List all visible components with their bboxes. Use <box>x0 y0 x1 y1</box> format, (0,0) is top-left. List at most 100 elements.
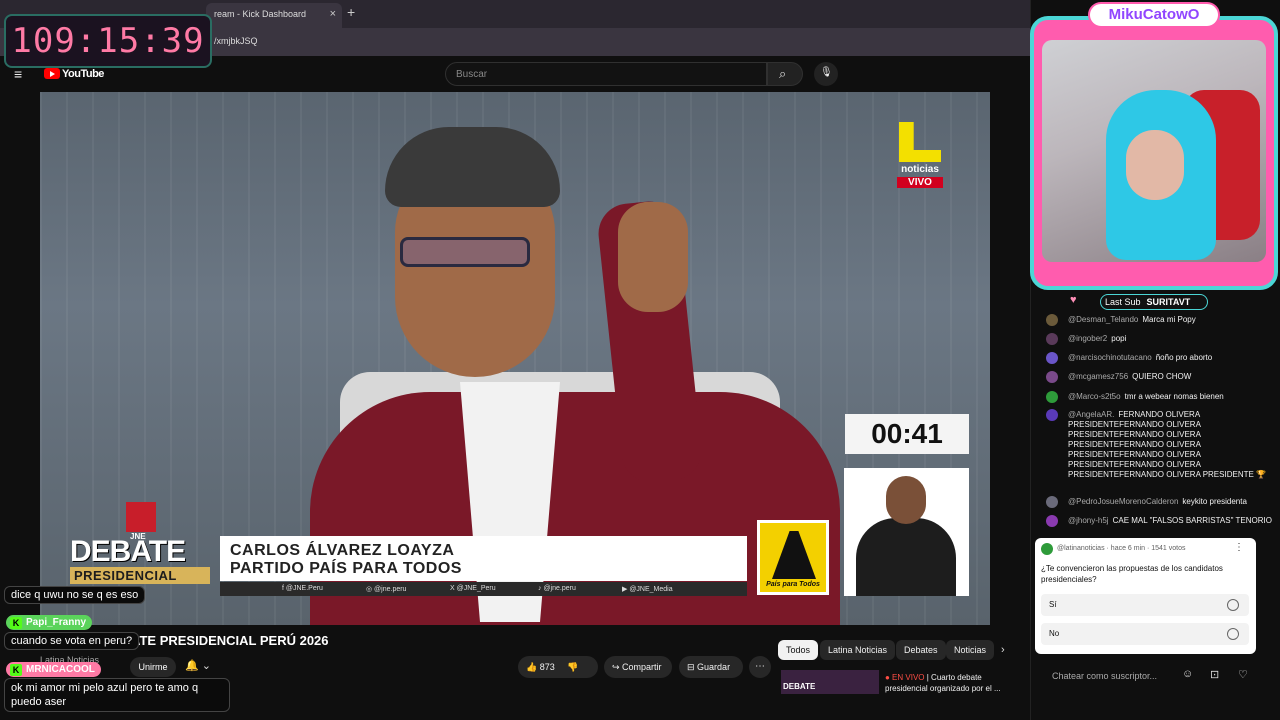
sign-language-interpreter <box>844 468 969 596</box>
chat-username[interactable]: @Desman_Telando <box>1068 315 1138 324</box>
youtube-logo-icon[interactable] <box>44 68 60 79</box>
youtube-logo-text[interactable]: YouTube <box>62 68 104 80</box>
like-count: 873 <box>539 662 555 672</box>
last-sub-badge: Last Sub SURITAVT <box>1100 294 1208 310</box>
poll-option-yes[interactable]: Sí <box>1041 594 1249 616</box>
chat-username[interactable]: @Marco-s2t5o <box>1068 392 1121 401</box>
avatar[interactable] <box>1046 314 1058 326</box>
search-button[interactable]: ⌕ <box>767 62 803 86</box>
party-logo-text: País para Todos <box>766 581 820 588</box>
party-name: PARTIDO PAÍS PARA TODOS <box>230 560 462 577</box>
poll-option-no[interactable]: No <box>1041 623 1249 645</box>
recommendation-title[interactable]: ● EN VIVO | Cuarto debate presidencial o… <box>885 672 1015 694</box>
recommendation-thumbnail[interactable]: DEBATE <box>781 670 879 694</box>
poll-menu-icon[interactable]: ⋮ <box>1234 542 1244 553</box>
poll-option-label: Sí <box>1049 600 1057 609</box>
avatar[interactable] <box>1046 409 1058 421</box>
save-label: Guardar <box>697 662 731 672</box>
streamer-face <box>1126 130 1184 200</box>
avatar[interactable] <box>1046 333 1058 345</box>
filter-chips: Todos Latina Noticias Debates Noticias <box>778 640 1018 662</box>
chat-username[interactable]: @ingober2 <box>1068 334 1107 343</box>
gift-icon[interactable]: ⊡ <box>1210 668 1219 681</box>
join-button[interactable]: Unirme <box>130 657 176 677</box>
chat-text: CAE MAL "FALSOS BARRISTAS" TENORIO <box>1112 516 1272 525</box>
chip-debates[interactable]: Debates <box>896 640 946 660</box>
thumbs-down-icon[interactable]: 👎 <box>567 662 578 672</box>
heart-icon[interactable]: ♡ <box>1238 668 1248 681</box>
stream-timer: 109:15:39 <box>4 14 212 68</box>
share-label: Compartir <box>622 662 662 672</box>
interpreter-head <box>886 476 926 524</box>
poll-header: @latinanoticias · hace 6 min · 1541 voto… <box>1057 545 1186 552</box>
browser-tab[interactable]: ream - Kick Dashboard × <box>206 3 342 28</box>
chat-text: tmr a webear nomas bienen <box>1124 392 1224 401</box>
tab-close-icon[interactable]: × <box>330 3 336 25</box>
save-button[interactable]: ⊟ Guardar <box>679 656 743 678</box>
video-player[interactable]: noticias VIVO 00:41 JNE DEBATE PRESIDENC… <box>40 92 990 625</box>
social-tiktok: ♪ @jne.peru <box>538 585 576 592</box>
chat-username[interactable]: @PedroJosueMorenoCalderon <box>1068 497 1178 506</box>
chat-username[interactable]: @narcisochinotutacano <box>1068 353 1152 362</box>
social-x: X @JNE_Peru <box>450 585 496 592</box>
lower-third: CARLOS ÁLVAREZ LOAYZA PARTIDO PAÍS PARA … <box>220 536 747 581</box>
overlay-username: Papi_Franny <box>26 617 87 628</box>
more-actions-button[interactable]: ⋯ <box>749 656 771 678</box>
radio-icon[interactable] <box>1227 599 1239 611</box>
chat-text: QUIERO CHOW <box>1132 372 1192 381</box>
search-icon: ⌕ <box>779 66 787 81</box>
chat-text: popi <box>1111 334 1127 343</box>
chips-next-icon[interactable]: › <box>1001 644 1005 656</box>
overlay-chat-message: cuando se vota en peru? <box>4 632 140 650</box>
avatar[interactable] <box>1046 371 1058 383</box>
chat-username[interactable]: @AngelaAR. <box>1068 410 1114 419</box>
share-button[interactable]: ↪ Compartir <box>604 656 672 678</box>
chat-username[interactable]: @jhony-h5j <box>1068 516 1109 525</box>
overlay-username: MRNICACOOL <box>26 664 95 675</box>
avatar[interactable] <box>1046 352 1058 364</box>
debate-presidencial-logo: DEBATE PRESIDENCIAL <box>70 537 210 584</box>
jne-logo <box>126 502 156 532</box>
overlay-chat-message: dice q uwu no se q es eso <box>4 586 146 604</box>
avatar[interactable] <box>1046 515 1058 527</box>
last-sub-name: SURITAVT <box>1146 297 1191 307</box>
menu-icon[interactable]: ≡ <box>14 66 22 82</box>
channel-avatar <box>1041 543 1053 555</box>
mic-icon: 🎙 <box>820 67 833 78</box>
chip-noticias[interactable]: Noticias <box>946 640 995 660</box>
radio-icon[interactable] <box>1227 628 1239 640</box>
overlay-chat-user: K Papi_Franny <box>6 615 93 630</box>
poll-question: ¿Te convencieron las propuestas de los c… <box>1041 564 1223 584</box>
speaker-hair <box>385 127 560 207</box>
poll-option-label: No <box>1049 629 1060 638</box>
road-icon <box>772 531 816 579</box>
chip-latina-noticias[interactable]: Latina Noticias <box>820 640 896 660</box>
chip-all[interactable]: Todos <box>778 640 819 660</box>
kick-icon: K <box>10 617 22 629</box>
social-facebook: f @JNE.Peru <box>282 585 323 592</box>
last-sub-label: Last Sub <box>1105 297 1141 307</box>
chat-text: FERNANDO OLIVERA PRESIDENTEFERNANDO OLIV… <box>1068 410 1266 479</box>
social-instagram: ◎ @jne.peru <box>366 586 407 593</box>
avatar[interactable] <box>1046 391 1058 403</box>
new-tab-button[interactable]: + <box>347 4 355 20</box>
latina-l-icon <box>899 122 941 162</box>
live-badge: VIVO <box>897 177 943 188</box>
search-input[interactable]: Buscar <box>445 62 767 86</box>
avatar[interactable] <box>1046 496 1058 508</box>
overlay-chat-user: K MRNICACOOL <box>6 662 101 677</box>
chat-text: ñoño pro aborto <box>1155 353 1213 362</box>
candidate-name: CARLOS ÁLVAREZ LOAYZA <box>230 542 455 559</box>
url-text[interactable]: /xmjbkJSQ <box>214 36 258 46</box>
broadcaster-word: noticias <box>901 164 939 175</box>
like-button[interactable]: 👍 873 👎 <box>518 656 598 678</box>
webcam-frame <box>1030 16 1278 290</box>
chat-input[interactable]: Chatear como suscriptor... <box>1040 665 1170 687</box>
debate-countdown: 00:41 <box>845 414 969 454</box>
debate-word: DEBATE <box>70 535 186 568</box>
emoji-icon[interactable]: ☺ <box>1182 668 1193 680</box>
bell-icon[interactable]: 🔔 ⌄ <box>185 659 211 672</box>
bookmark-icon: ⊟ <box>687 662 698 672</box>
voice-search-button[interactable]: 🎙 <box>814 62 838 86</box>
chat-username[interactable]: @mcgamesz756 <box>1068 372 1128 381</box>
